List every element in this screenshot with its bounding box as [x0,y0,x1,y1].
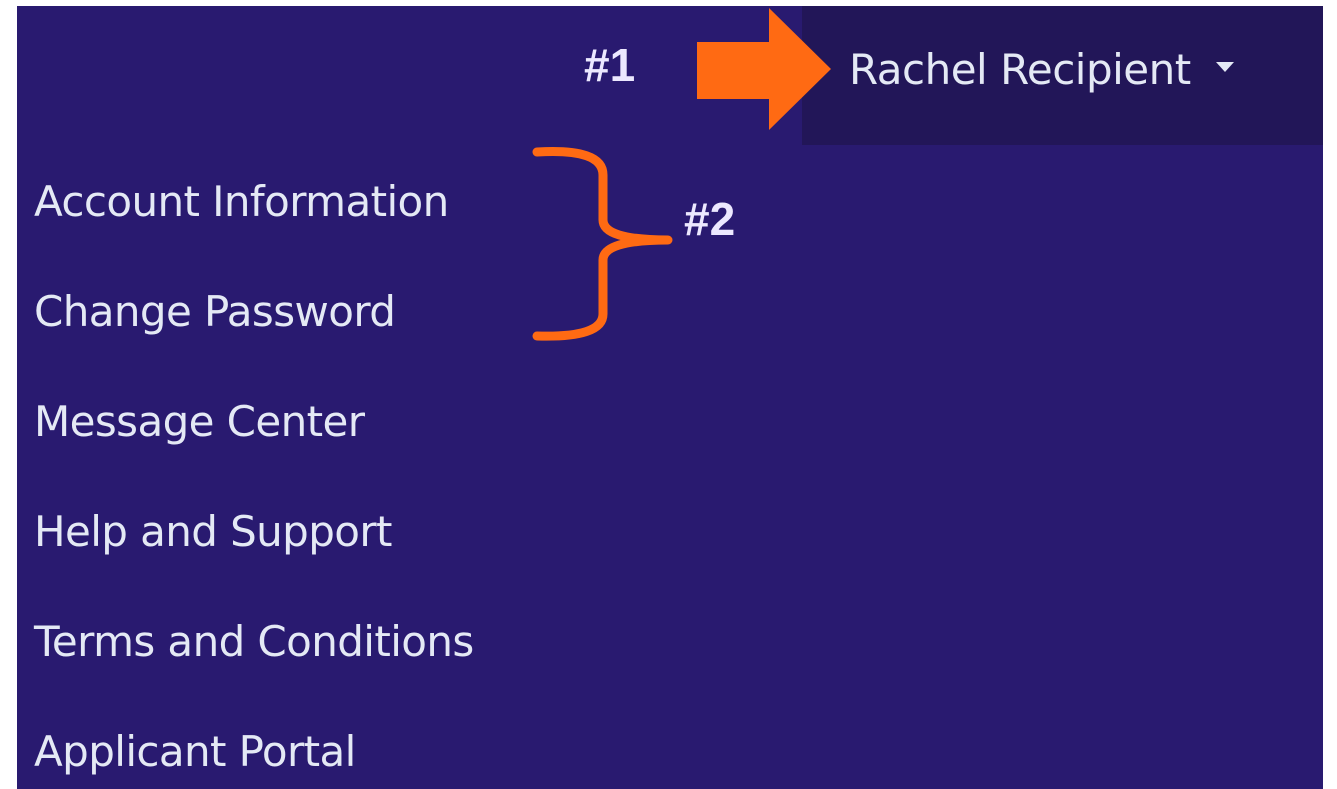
curly-brace-icon [532,147,673,341]
annotation-layer [532,8,831,341]
arrow-right-icon [697,8,831,130]
